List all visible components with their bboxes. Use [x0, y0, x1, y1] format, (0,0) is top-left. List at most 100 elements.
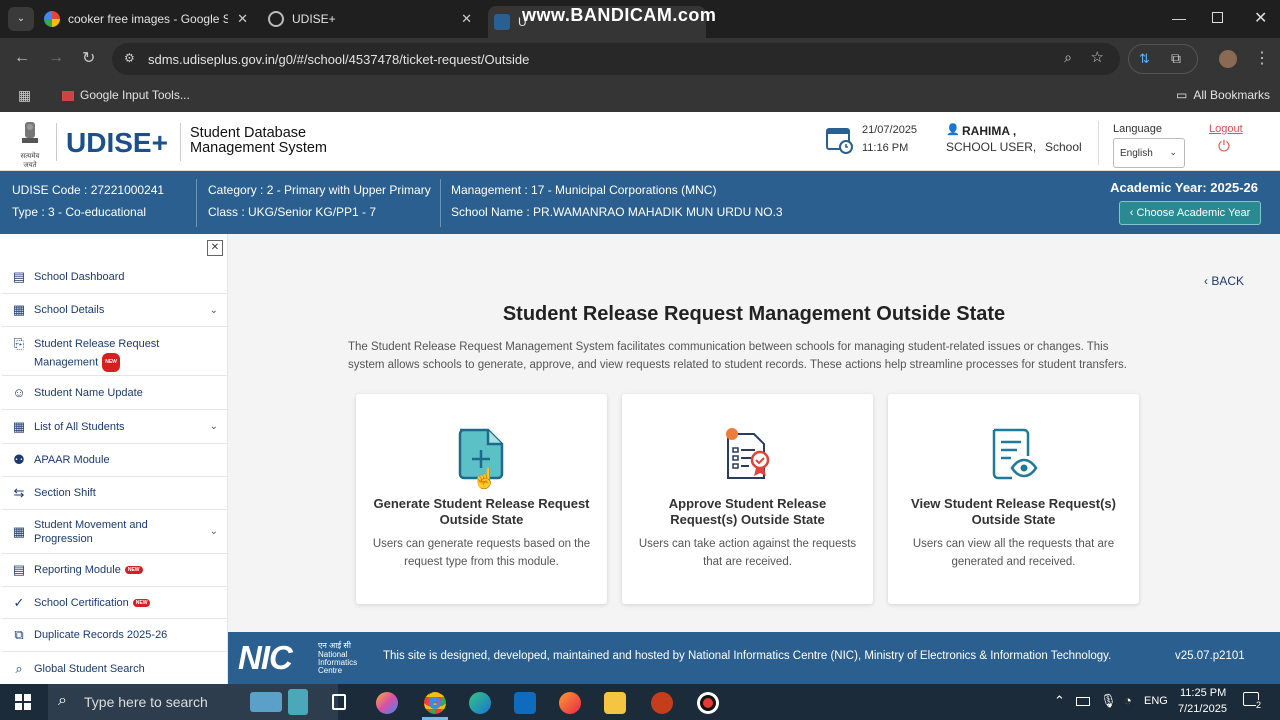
sidebar-item-student-release-request[interactable]: ⎘ Student Release Request Management NEW: [2, 327, 227, 376]
edge-icon[interactable]: [469, 692, 491, 714]
sidebar-item-student-movement[interactable]: ▦ Student Movement and Progression ⌄: [2, 510, 227, 554]
restore-icon[interactable]: [1212, 12, 1223, 23]
copilot-icon[interactable]: [376, 692, 398, 714]
sidebar-item-duplicate-records[interactable]: ⧉ Duplicate Records 2025-26: [2, 619, 227, 652]
school-type: Type : 3 - Co-educational: [12, 205, 147, 219]
globe-icon: [268, 11, 284, 27]
microphone-icon[interactable]: 🎙: [1100, 693, 1117, 709]
logout-link[interactable]: Logout: [1209, 123, 1243, 135]
approve-request-card[interactable]: Approve Student Release Request(s) Outsid…: [622, 394, 873, 604]
choose-academic-year-button[interactable]: ‹ Choose Academic Year: [1119, 201, 1261, 225]
sidebar-item-list-of-all-students[interactable]: ▦ List of All Students ⌄: [2, 410, 227, 444]
star-icon[interactable]: ☆: [1091, 48, 1104, 66]
udise-code: UDISE Code : 27221000241: [12, 183, 165, 197]
search-icon: ⌕: [58, 692, 67, 709]
language-indicator[interactable]: ENG: [1144, 695, 1168, 707]
bookmark-google-input-tools[interactable]: Google Input Tools...: [62, 88, 190, 102]
school-name: School Name : PR.WAMANRAO MAHADIK MUN UR…: [451, 205, 783, 219]
sidebar-item-apaar-module[interactable]: ⚉ APAAR Module: [2, 444, 227, 477]
outlook-icon[interactable]: [514, 692, 536, 714]
language-select[interactable]: English ⌄: [1113, 138, 1185, 168]
site-info-icon[interactable]: ⚙: [124, 51, 135, 65]
sidebar-item-global-student-search[interactable]: ⌕ Global Student Search: [2, 652, 227, 684]
view-request-card[interactable]: View Student Release Request(s) Outside S…: [888, 394, 1139, 604]
shift-icon: ⇆: [13, 485, 25, 500]
google-icon: [44, 11, 60, 27]
profile-avatar[interactable]: [1219, 50, 1237, 68]
header-date: 21/07/2025: [862, 124, 918, 136]
tab-udise[interactable]: UDISE+ ✕: [268, 6, 478, 32]
url-field[interactable]: ⚙ sdms.udiseplus.gov.in/g0/#/school/4537…: [112, 43, 1120, 75]
minimize-icon[interactable]: —: [1172, 10, 1186, 26]
tab-search-button[interactable]: ⌄: [8, 7, 34, 31]
close-tab-icon[interactable]: ✕: [461, 11, 472, 27]
wifi-icon[interactable]: ◔: [1124, 693, 1132, 708]
translate-extension-icon[interactable]: ⇅: [1139, 51, 1150, 67]
bookmark-favicon-icon: [62, 90, 74, 101]
check-icon: ✓: [13, 594, 25, 610]
generate-request-card[interactable]: ☝ Generate Student Release Request Outsid…: [356, 394, 607, 604]
clock-time[interactable]: 11:25 PM: [1180, 687, 1226, 699]
windows-start-icon[interactable]: [15, 694, 31, 710]
dashboard-icon: ▤: [12, 268, 26, 284]
system-title: Student Database Management System: [190, 125, 328, 156]
mouse-cursor-icon: ☝: [472, 468, 497, 490]
school-class: Class : UKG/Senior KG/PP1 - 7: [208, 205, 377, 219]
notification-count: 2: [1256, 700, 1262, 710]
forward-arrow-icon[interactable]: →: [48, 49, 64, 67]
zoom-icon[interactable]: ⌕: [1064, 49, 1072, 66]
battery-icon: [1076, 697, 1090, 706]
back-button[interactable]: ‹ BACK: [1204, 274, 1244, 288]
sidebar-item-school-dashboard[interactable]: ▤ School Dashboard: [2, 260, 227, 294]
clock-date[interactable]: 7/21/2025: [1178, 703, 1227, 715]
chevron-up-icon[interactable]: ⌃: [1054, 693, 1065, 709]
puzzle-icon[interactable]: ⧉: [1171, 50, 1181, 67]
header-time: 11:16 PM: [862, 142, 909, 154]
chevron-down-icon: ⌄: [209, 304, 218, 316]
browser-tab-bar: ⌄ cooker free images - Google Se ✕ UDISE…: [0, 0, 1280, 38]
info-divider: [440, 179, 441, 227]
bandicam-record-icon[interactable]: [697, 692, 719, 714]
close-window-icon[interactable]: ✕: [1254, 8, 1267, 28]
group-icon: ⚉: [13, 452, 25, 467]
sidebar-item-school-certification[interactable]: ✓ School Certification NEW: [2, 587, 227, 619]
taskbar-search-box[interactable]: ⌕ Type here to search: [48, 684, 338, 720]
extension-pill: ⇅ ⧉: [1128, 44, 1198, 74]
user-role: SCHOOL USER,: [946, 140, 1037, 154]
udise-favicon-icon: [494, 14, 510, 30]
folder-icon: ▭: [1176, 88, 1188, 102]
task-view-icon[interactable]: [332, 694, 346, 710]
sidebar-close-button[interactable]: ✕: [207, 240, 223, 256]
tab-google-images[interactable]: cooker free images - Google Se ✕: [44, 6, 254, 32]
power-icon[interactable]: ⏻: [1218, 138, 1230, 155]
back-arrow-icon[interactable]: ←: [14, 49, 30, 67]
sidebar-item-student-name-update[interactable]: ☺ Student Name Update: [2, 376, 227, 410]
file-explorer-icon[interactable]: [604, 692, 626, 714]
sidebar-item-section-shift[interactable]: ⇆ Section Shift: [2, 477, 227, 510]
firefox-icon[interactable]: [559, 692, 581, 714]
chevron-down-icon: ⌄: [209, 526, 218, 537]
movement-icon: ▦: [12, 523, 26, 539]
menu-dots-icon[interactable]: ⋮: [1254, 48, 1270, 68]
reload-icon[interactable]: ↻: [82, 48, 95, 68]
site-header: सत्यमेव जयते UDISE+ Student Database Man…: [0, 113, 1280, 171]
header-divider: [1098, 121, 1099, 165]
chrome-icon[interactable]: [424, 692, 446, 714]
version-label: v25.07.p2101: [1175, 650, 1245, 662]
sidebar-item-school-details[interactable]: ▦ School Details ⌄: [2, 294, 227, 327]
sidebar-item-reporting-module[interactable]: ▤ Reporting Module NEW: [2, 554, 227, 587]
user-name: RAHIMA ,: [962, 124, 1017, 138]
apps-grid-icon[interactable]: ▦: [18, 87, 31, 104]
report-icon: ▤: [12, 562, 26, 577]
header-divider: [56, 123, 57, 161]
powerpoint-icon[interactable]: [651, 692, 673, 714]
all-bookmarks[interactable]: ▭ All Bookmarks: [1176, 88, 1270, 102]
header-divider: [180, 123, 181, 161]
chevron-down-icon: ⌄: [1169, 147, 1177, 157]
user-type: School: [1045, 140, 1082, 154]
academic-year: Academic Year: 2025-26: [1110, 180, 1258, 195]
main-content: ‹ BACK Student Release Request Managemen…: [228, 234, 1280, 632]
new-badge: NEW: [132, 598, 151, 607]
close-tab-icon[interactable]: ✕: [237, 11, 248, 27]
bandicam-watermark: www.BANDICAM.com: [522, 5, 717, 25]
